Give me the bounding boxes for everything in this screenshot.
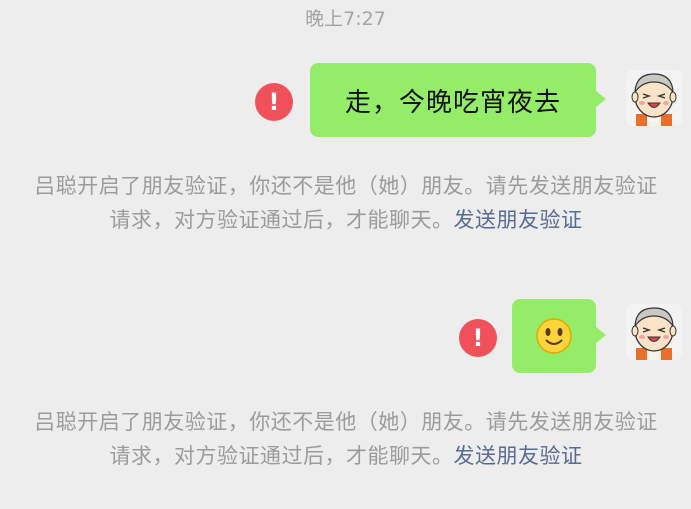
avatar-grandpa-icon xyxy=(626,304,682,360)
send-failed-icon[interactable]: ! xyxy=(459,319,497,357)
friend-verification-notice: 吕聪开启了朋友验证，你还不是他（她）朋友。请先发送朋友验证请求，对方验证通过后，… xyxy=(30,405,662,473)
message-row-1: ! 走，今晚吃宵夜去 xyxy=(0,62,691,142)
avatar-grandpa-icon xyxy=(626,70,682,126)
message-bubble[interactable]: 走，今晚吃宵夜去 xyxy=(310,63,606,137)
send-verification-link[interactable]: 发送朋友验证 xyxy=(454,208,583,232)
user-avatar[interactable] xyxy=(626,70,682,126)
message-emoji xyxy=(512,299,596,373)
user-avatar[interactable] xyxy=(626,304,682,360)
send-verification-link[interactable]: 发送朋友验证 xyxy=(454,444,583,468)
message-timestamp: 晚上7:27 xyxy=(305,8,386,30)
message-row-2: ! xyxy=(0,296,691,376)
friend-verification-notice: 吕聪开启了朋友验证，你还不是他（她）朋友。请先发送朋友验证请求，对方验证通过后，… xyxy=(30,169,662,237)
send-failed-icon[interactable]: ! xyxy=(255,83,293,121)
smiley-emoji-icon xyxy=(536,318,572,354)
bubble-tail xyxy=(595,326,606,344)
message-bubble[interactable] xyxy=(512,299,606,373)
error-symbol: ! xyxy=(472,324,484,352)
error-symbol: ! xyxy=(268,88,280,116)
message-text: 走，今晚吃宵夜去 xyxy=(344,87,561,118)
bubble-tail xyxy=(595,90,606,108)
